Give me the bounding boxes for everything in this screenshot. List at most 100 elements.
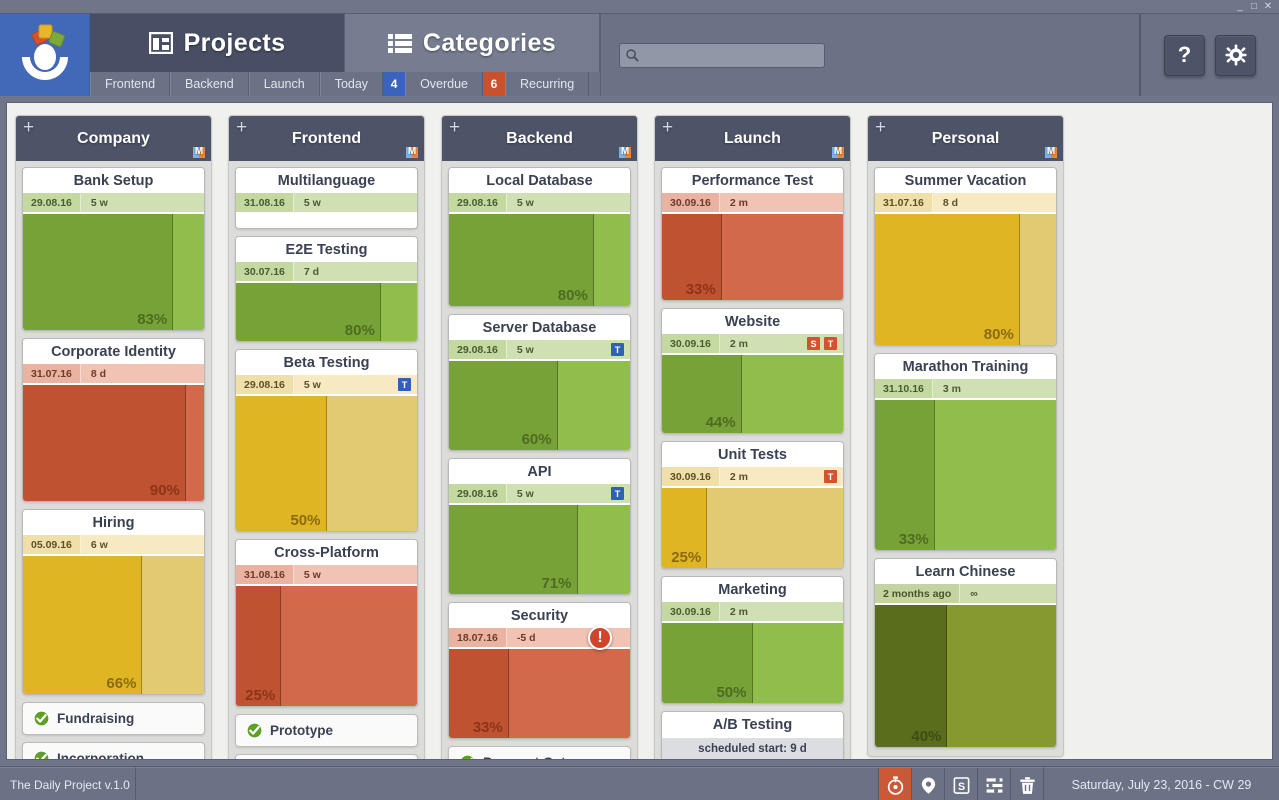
card-duration: 2 m — [729, 605, 748, 618]
board-column: + Frontend M Multilanguage 31.08.16 5 w … — [220, 115, 433, 759]
card-date: 29.08.16 — [23, 193, 81, 212]
progress-done: 60% — [449, 361, 558, 450]
location-tool-button[interactable] — [911, 768, 944, 800]
settings-list-tool-button[interactable] — [977, 768, 1010, 800]
tab-projects[interactable]: Projects — [90, 14, 345, 72]
project-card[interactable]: Security 18.07.16 -5 d ! 33% — [448, 602, 631, 739]
card-flags — [837, 602, 843, 621]
completed-card[interactable]: Payment Gateway — [448, 746, 631, 759]
progress-remaining — [508, 649, 630, 738]
project-card[interactable]: Marathon Training 31.10.16 3 m 33% — [874, 353, 1057, 551]
overdue-warning-icon[interactable]: ! — [588, 625, 612, 650]
card-flag-t[interactable]: T — [398, 378, 411, 391]
add-project-button[interactable]: + — [875, 118, 886, 137]
project-card[interactable]: Unit Tests 30.09.16 2 m T 25% — [661, 441, 844, 569]
project-card[interactable]: E2E Testing 30.07.16 7 d 80% — [235, 236, 418, 342]
project-card[interactable]: Beta Testing 29.08.16 5 w T 50% — [235, 349, 418, 532]
column-header[interactable]: + Company M — [16, 116, 211, 161]
badge-overdue-count[interactable]: 6 — [483, 72, 506, 96]
minimize-button[interactable]: _ — [1233, 1, 1247, 13]
column-header[interactable]: + Backend M — [442, 116, 637, 161]
maximize-button[interactable]: □ — [1247, 1, 1261, 13]
card-flag-t[interactable]: T — [611, 343, 624, 356]
column-header[interactable]: + Personal M — [868, 116, 1063, 161]
project-card[interactable]: Hiring 05.09.16 6 w 66% — [22, 509, 205, 695]
column-mode-badge[interactable]: M — [406, 146, 418, 158]
project-card[interactable]: Summer Vacation 31.07.16 8 d 80% — [874, 167, 1057, 346]
progress-done: 80% — [236, 283, 381, 341]
progress-done: 66% — [23, 556, 143, 694]
help-button[interactable]: ? — [1164, 34, 1205, 76]
add-project-button[interactable]: + — [236, 118, 247, 137]
completed-card[interactable]: Fundraising — [22, 702, 205, 735]
s-tool-button[interactable]: S — [944, 768, 977, 800]
card-progress-bar: 50% — [662, 621, 843, 703]
card-title: Summer Vacation — [875, 168, 1056, 193]
subtab-launch[interactable]: Launch — [248, 72, 320, 96]
projects-icon — [148, 32, 173, 54]
subtab-frontend[interactable]: Frontend — [90, 72, 171, 96]
card-date: 31.07.16 — [23, 364, 81, 383]
card-date: 30.09.16 — [662, 334, 720, 353]
column-header[interactable]: + Launch M — [655, 116, 850, 161]
card-flag-s[interactable]: S — [807, 337, 820, 350]
settings-button[interactable] — [1215, 34, 1256, 76]
project-card[interactable]: Performance Test 30.09.16 2 m 33% — [661, 167, 844, 301]
subtab-backend[interactable]: Backend — [170, 72, 249, 96]
timer-tool-button[interactable] — [878, 768, 911, 800]
card-date: 29.08.16 — [449, 193, 507, 212]
card-flag-t[interactable]: T — [824, 470, 837, 483]
progress-percent-label: 60% — [521, 431, 552, 448]
subtab-recurring[interactable]: Recurring — [505, 72, 590, 96]
progress-remaining — [326, 396, 417, 531]
subtab-today[interactable]: Today — [319, 72, 384, 96]
completed-card[interactable]: User Interface Design — [235, 754, 418, 759]
card-flag-t[interactable]: T — [611, 487, 624, 500]
card-flag-t[interactable]: T — [824, 337, 837, 350]
project-card[interactable]: Multilanguage 31.08.16 5 w — [235, 167, 418, 229]
scheduled-card[interactable]: A/B Testing scheduled start: 9 d — [661, 711, 844, 759]
column-header[interactable]: + Frontend M — [229, 116, 424, 161]
card-duration: 2 m — [729, 196, 748, 209]
project-card[interactable]: Website 30.09.16 2 m ST 44% — [661, 308, 844, 434]
card-meta: 30.09.16 2 m — [662, 193, 843, 212]
add-project-button[interactable]: + — [449, 118, 460, 137]
tab-categories[interactable]: Categories — [345, 14, 600, 72]
card-progress-bar: 40% — [875, 603, 1056, 747]
card-meta: 31.07.16 8 d — [875, 193, 1056, 212]
project-card[interactable]: Bank Setup 29.08.16 5 w 83% — [22, 167, 205, 331]
project-card[interactable]: API 29.08.16 5 w T 71% — [448, 458, 631, 595]
column-mode-badge[interactable]: M — [193, 146, 205, 158]
column-container: + Personal M Summer Vacation 31.07.16 8 … — [867, 115, 1064, 757]
project-card[interactable]: Corporate Identity 31.07.16 8 d 90% — [22, 338, 205, 502]
completed-card[interactable]: Prototype — [235, 714, 418, 747]
project-card[interactable]: Server Database 29.08.16 5 w T 60% — [448, 314, 631, 451]
subtab-overdue[interactable]: Overdue — [405, 72, 484, 96]
add-project-button[interactable]: + — [23, 118, 34, 137]
project-card[interactable]: Cross-Platform 31.08.16 5 w 25% — [235, 539, 418, 707]
search-input[interactable] — [640, 48, 810, 62]
main-tabs: Projects Categories — [90, 14, 600, 72]
trash-tool-button[interactable] — [1010, 768, 1043, 800]
card-title: Beta Testing — [236, 350, 417, 375]
column-mode-badge[interactable]: M — [832, 146, 844, 158]
card-date: 30.09.16 — [662, 193, 720, 212]
card-title: Marketing — [662, 577, 843, 602]
close-button[interactable]: ✕ — [1261, 1, 1275, 13]
card-duration: 7 d — [303, 265, 320, 278]
badge-today-count[interactable]: 4 — [383, 72, 406, 96]
app-logo[interactable] — [0, 14, 90, 96]
progress-remaining — [380, 283, 417, 341]
status-bar: The Daily Project v.1.0 S Saturday, July… — [0, 766, 1279, 800]
column-mode-badge[interactable]: M — [1045, 146, 1057, 158]
search-box[interactable] — [619, 42, 825, 68]
completed-card[interactable]: Incorporation — [22, 742, 205, 759]
column-cards: Multilanguage 31.08.16 5 w E2E Testing 3… — [229, 161, 424, 759]
column-mode-badge[interactable]: M — [619, 146, 631, 158]
project-card[interactable]: Learn Chinese 2 months ago ∞ 40% — [874, 558, 1057, 748]
add-project-button[interactable]: + — [662, 118, 673, 137]
trash-icon — [1019, 776, 1035, 794]
project-card[interactable]: Marketing 30.09.16 2 m 50% — [661, 576, 844, 704]
project-card[interactable]: Local Database 29.08.16 5 w 80% — [448, 167, 631, 307]
project-board: + Company M Bank Setup 29.08.16 5 w 83% — [7, 103, 1272, 759]
